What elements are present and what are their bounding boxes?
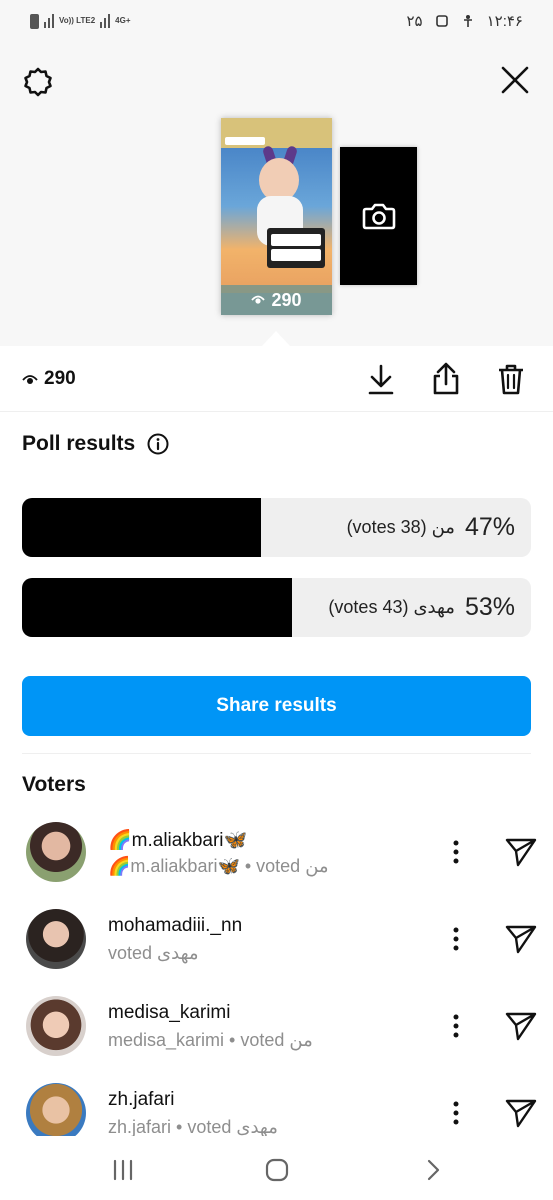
- avatar[interactable]: [26, 996, 86, 1056]
- status-right: ۲۵ ۱۲:۴۶: [406, 11, 523, 31]
- back-icon[interactable]: [418, 1156, 448, 1184]
- voter-username[interactable]: zh.jafari: [108, 1089, 175, 1111]
- more-options-icon[interactable]: [446, 921, 466, 957]
- more-options-icon[interactable]: [446, 1095, 466, 1131]
- divider: [22, 753, 531, 754]
- poll-option-bar: (votes 38) من 47%: [22, 498, 531, 557]
- voter-username[interactable]: mohamadiii._nn: [108, 915, 242, 937]
- status-time: ۱۲:۴۶: [486, 13, 523, 30]
- more-options-icon[interactable]: [446, 1008, 466, 1044]
- info-icon[interactable]: [147, 433, 169, 455]
- download-icon[interactable]: [365, 363, 397, 397]
- status-left: Vo)) LTE2 4G+: [30, 11, 131, 31]
- poll-option-fill: [22, 498, 262, 557]
- recents-icon[interactable]: [108, 1156, 138, 1184]
- status-number: ۲۵: [406, 13, 423, 30]
- close-icon[interactable]: [497, 62, 533, 98]
- home-icon[interactable]: [262, 1156, 292, 1184]
- story-views-count: 290: [271, 289, 302, 310]
- send-icon[interactable]: [503, 1095, 539, 1131]
- avatar[interactable]: [26, 909, 86, 969]
- eye-icon: [251, 295, 266, 304]
- poll-option-percent: 47%: [464, 513, 515, 541]
- voter-username[interactable]: 🌈m.aliakbari🦋: [108, 828, 247, 852]
- voter-subtitle: voted مهدی: [108, 943, 199, 963]
- add-story-tile[interactable]: [340, 147, 417, 285]
- poll-option-percent: 53%: [464, 593, 515, 621]
- gear-icon[interactable]: [20, 64, 56, 100]
- poll-option-text: (votes 38) من: [346, 517, 455, 537]
- poll-results-header: Poll results: [22, 432, 169, 456]
- views-count-value: 290: [44, 368, 76, 389]
- voter-subtitle: medisa_karimi • voted من: [108, 1030, 313, 1050]
- voter-row[interactable]: zh.jafari zh.jafari • voted مهدی: [0, 1083, 553, 1136]
- poll-option-fill: [22, 578, 292, 637]
- voter-subtitle: zh.jafari • voted مهدی: [108, 1117, 278, 1136]
- poll-option-label: (votes 38) من 47%: [347, 498, 515, 557]
- signal-icon: [44, 14, 54, 28]
- accessibility-icon: [463, 15, 472, 27]
- poll-option-text: (votes 43) مهدی: [328, 597, 455, 617]
- poll-results-title: Poll results: [22, 432, 136, 455]
- voter-subtitle: 🌈m.aliakbari🦋 • voted من: [108, 856, 329, 876]
- system-nav-bar: [0, 1136, 553, 1200]
- trash-icon[interactable]: [494, 361, 528, 397]
- eye-icon: [22, 374, 38, 384]
- more-options-icon[interactable]: [446, 834, 466, 870]
- signal-icon-2: [100, 14, 111, 28]
- story-sticker: [225, 137, 265, 145]
- battery-icon: [30, 13, 39, 29]
- avatar[interactable]: [26, 822, 86, 882]
- voter-username[interactable]: medisa_karimi: [108, 1002, 230, 1024]
- network-label-2: 4G+: [115, 16, 131, 25]
- voter-row[interactable]: 🌈m.aliakbari🦋 🌈m.aliakbari🦋 • voted من: [0, 822, 553, 902]
- send-icon[interactable]: [503, 834, 539, 870]
- story-thumbnail[interactable]: 290: [221, 118, 332, 315]
- voters-title: Voters: [22, 773, 86, 796]
- views-count[interactable]: 290: [22, 368, 76, 390]
- story-views: 290: [221, 285, 332, 315]
- camera-icon: [362, 203, 395, 230]
- selection-pointer: [262, 331, 290, 346]
- poll-option-label: (votes 43) مهدی 53%: [328, 578, 515, 637]
- share-results-button[interactable]: Share results: [22, 676, 531, 736]
- send-icon[interactable]: [503, 1008, 539, 1044]
- poll-option-bar: (votes 43) مهدی 53%: [22, 578, 531, 637]
- story-poll-sticker: [267, 228, 325, 268]
- send-icon[interactable]: [503, 921, 539, 957]
- network-label: Vo)) LTE2: [59, 16, 96, 25]
- data-saver-icon: [435, 15, 448, 27]
- voter-row[interactable]: medisa_karimi medisa_karimi • voted من: [0, 996, 553, 1076]
- share-icon[interactable]: [429, 361, 463, 397]
- story-actions-row: 290: [0, 346, 553, 412]
- voter-row[interactable]: mohamadiii._nn voted مهدی: [0, 909, 553, 989]
- avatar[interactable]: [26, 1083, 86, 1136]
- status-bar: Vo)) LTE2 4G+ ۲۵ ۱۲:۴۶: [0, 0, 553, 42]
